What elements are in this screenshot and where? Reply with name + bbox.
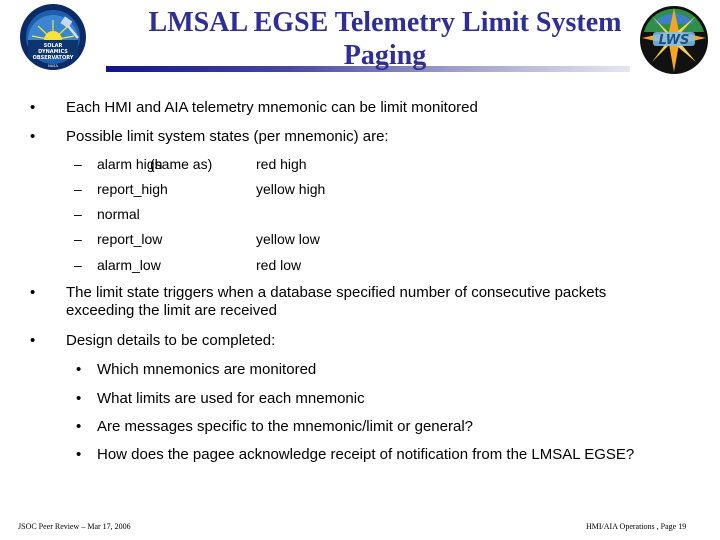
state-name: normal xyxy=(97,206,140,222)
footer-left: JSOC Peer Review – Mar 17, 2006 xyxy=(18,522,131,531)
detail-text: What limits are used for each mnemonic xyxy=(97,390,365,407)
detail-text: How does the pagee acknowledge receipt o… xyxy=(97,446,635,463)
bullet-text: Design details to be completed: xyxy=(66,332,276,349)
bullet-marker: • xyxy=(30,99,36,116)
state-color: red low xyxy=(256,257,302,273)
dash-marker: – xyxy=(74,181,82,197)
sdo-logo-nasa: NASA xyxy=(48,64,58,68)
sdo-logo-icon: SOLAR DYNAMICS OBSERVATORY NASA xyxy=(20,4,86,70)
detail-text: Are messages specific to the mnemonic/li… xyxy=(97,418,473,435)
state-note: (same as) xyxy=(150,156,213,172)
bullet-marker: • xyxy=(76,390,82,407)
dash-marker: – xyxy=(74,257,82,273)
slide: SOLAR DYNAMICS OBSERVATORY NASA LWS LMSA… xyxy=(0,0,720,540)
state-color: yellow high xyxy=(256,181,326,197)
dash-marker: – xyxy=(74,156,82,172)
bullet-marker: • xyxy=(30,128,36,145)
dash-marker: – xyxy=(74,231,82,247)
title-line-2: Paging xyxy=(343,40,427,71)
bullet-text: The limit state triggers when a database… xyxy=(66,284,607,319)
state-color: yellow low xyxy=(256,231,320,247)
state-name: report_high xyxy=(97,181,168,197)
slide-title: LMSAL EGSE Telemetry Limit System Paging xyxy=(130,6,640,72)
dash-marker: – xyxy=(74,206,82,222)
state-color: red high xyxy=(256,156,307,172)
detail-text: Which mnemonics are monitored xyxy=(97,361,317,378)
bullet-marker: • xyxy=(30,284,36,301)
bullet-text: Possible limit system states (per mnemon… xyxy=(66,128,389,145)
lws-logo-icon: LWS xyxy=(640,6,708,74)
bullet-marker: • xyxy=(76,361,82,378)
bullet-marker: • xyxy=(76,446,82,463)
state-name: report_low xyxy=(97,231,163,247)
lws-logo-text: LWS xyxy=(659,33,690,48)
bullet-marker: • xyxy=(30,332,36,349)
sdo-logo-text-3: OBSERVATORY xyxy=(33,55,74,61)
bullet-marker: • xyxy=(76,418,82,435)
footer-right: HMI/AIA Operations , Page 19 xyxy=(586,522,687,531)
title-line-1: LMSAL EGSE Telemetry Limit System xyxy=(148,7,622,38)
state-name: alarm_low xyxy=(97,257,161,273)
bullet-text: Each HMI and AIA telemetry mnemonic can … xyxy=(66,99,478,116)
